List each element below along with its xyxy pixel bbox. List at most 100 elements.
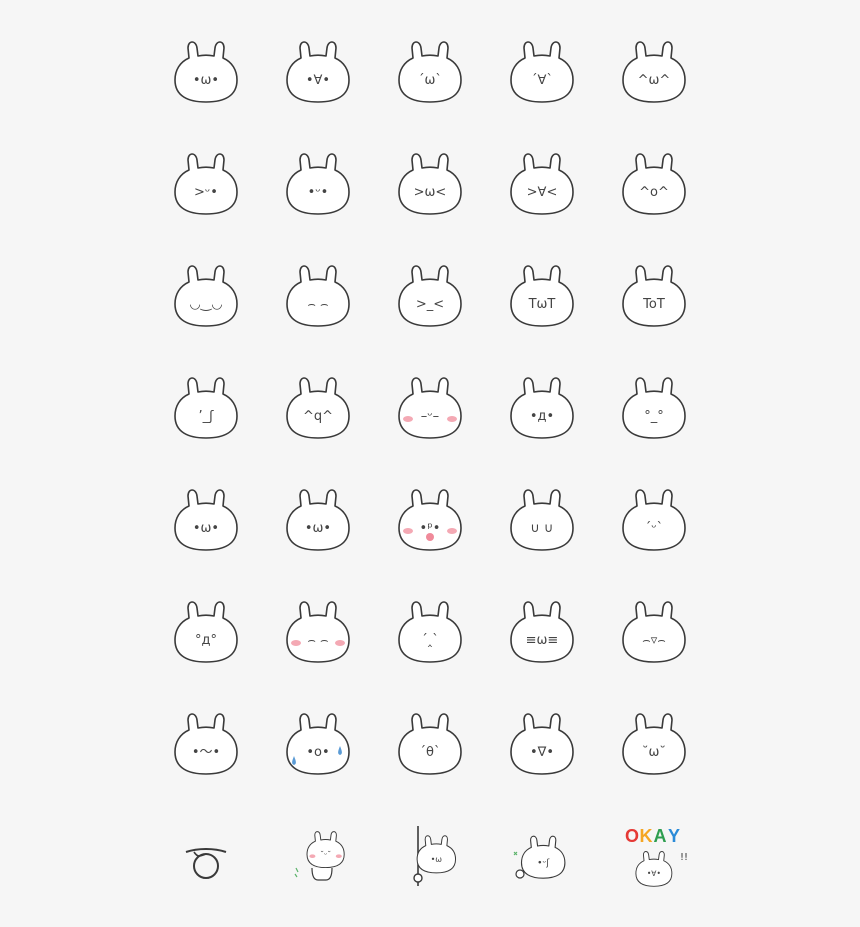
blush-right bbox=[335, 854, 342, 858]
bunny-smug-right[interactable]: •ω• bbox=[282, 484, 354, 556]
bunny-blush-closed-icon: ⌢ ⌢ bbox=[286, 601, 350, 663]
bunny-omega-dots[interactable]: •ω• bbox=[170, 36, 242, 108]
bunny-shocked-icon: •д• bbox=[510, 377, 574, 439]
bunny-peaceful[interactable]: ˘ω˘ bbox=[618, 708, 690, 780]
blush-left bbox=[291, 640, 301, 646]
bunny-happy-o-face: ^o^ bbox=[639, 185, 669, 200]
bunny-open-mouth-icon: •∀• bbox=[286, 41, 350, 103]
bunny-content-icon: ◡‿◡ bbox=[174, 265, 238, 327]
okay-sticker-face: •∀• bbox=[647, 869, 661, 878]
bunny-smirk-face: ’_ʃ bbox=[199, 409, 215, 424]
bunny-content[interactable]: ◡‿◡ bbox=[170, 260, 242, 332]
bunny-peek-sticker-face: •ω bbox=[431, 855, 443, 864]
bunny-happy-omega-face: ^ω^ bbox=[638, 73, 671, 88]
bunny-surprised-d[interactable]: °д° bbox=[170, 596, 242, 668]
bunny-tongue-icon: •ᵖ• bbox=[398, 489, 462, 551]
bunny-wink-u-face: >ᵕ• bbox=[194, 185, 218, 200]
bunny-peaceful-icon: ˘ω˘ bbox=[622, 713, 686, 775]
bunny-wink-u[interactable]: >ᵕ• bbox=[170, 148, 242, 220]
bunny-wavy-face: •～• bbox=[192, 745, 220, 760]
bunny-peaceful-face: ˘ω˘ bbox=[642, 745, 666, 760]
bunny-squint-omega-icon: >ω< bbox=[398, 153, 462, 215]
bunny-shout-small[interactable]: •∇• bbox=[506, 708, 578, 780]
bunny-cool-face: ≡ω≡ bbox=[526, 633, 559, 648]
bunny-smile-dots-icon: •ᵕ• bbox=[286, 153, 350, 215]
bunny-blush-closed[interactable]: ⌢ ⌢ bbox=[282, 596, 354, 668]
bunny-squint-shout[interactable]: >∀< bbox=[506, 148, 578, 220]
bunny-open-mouth[interactable]: •∀• bbox=[282, 36, 354, 108]
bunny-shocked[interactable]: •д• bbox=[506, 372, 578, 444]
bunny-smile-dots[interactable]: •ᵕ• bbox=[282, 148, 354, 220]
okay-letter: Y bbox=[668, 826, 680, 846]
bunny-shocked-sweat[interactable]: •o• bbox=[282, 708, 354, 780]
bunny-frustrated[interactable]: >_< bbox=[394, 260, 466, 332]
bunny-omega-brows[interactable]: ´ω` bbox=[394, 36, 466, 108]
bunny-theta[interactable]: ´θ` bbox=[394, 708, 466, 780]
bunny-blank-face: °_° bbox=[644, 409, 664, 424]
bunny-sleepy-blush[interactable]: –ᵕ– bbox=[394, 372, 466, 444]
blush-left bbox=[309, 854, 316, 858]
bunny-squint-shout-icon: >∀< bbox=[510, 153, 574, 215]
bunny-cry-o[interactable]: ToT bbox=[618, 260, 690, 332]
bunny-shout-brows[interactable]: ´∀` bbox=[506, 36, 578, 108]
bunny-body-sticker[interactable]: ˘ᵕ˘ bbox=[282, 822, 354, 894]
bunny-happy-o[interactable]: ^o^ bbox=[618, 148, 690, 220]
bunny-sleepy-blush-icon: –ᵕ– bbox=[398, 377, 462, 439]
bunny-laughing[interactable]: ⌢▿⌢ bbox=[618, 596, 690, 668]
bunny-smirk-icon: ’_ʃ bbox=[174, 377, 238, 439]
bunny-wavy[interactable]: •～• bbox=[170, 708, 242, 780]
bunny-surprised-d-icon: °д° bbox=[174, 601, 238, 663]
bunny-cool[interactable]: ≡ω≡ bbox=[506, 596, 578, 668]
bunny-theta-icon: ´θ` bbox=[398, 713, 462, 775]
bunny-blank[interactable]: °_° bbox=[618, 372, 690, 444]
bunny-shout-brows-face: ´∀` bbox=[531, 73, 553, 88]
bunny-lying-sticker[interactable]: •ᵕʃ bbox=[506, 822, 578, 894]
bunny-smirk[interactable]: ’_ʃ bbox=[170, 372, 242, 444]
bunny-happy-omega[interactable]: ^ω^ bbox=[618, 36, 690, 108]
bunny-wavy-icon: •～• bbox=[174, 713, 238, 775]
okay-letter: A bbox=[654, 826, 667, 846]
bunny-frustrated-icon: >_< bbox=[398, 265, 462, 327]
bunny-smile-dots-face: •ᵕ• bbox=[308, 185, 329, 200]
bunny-blank-icon: °_° bbox=[622, 377, 686, 439]
blush-left bbox=[403, 416, 413, 422]
bunny-open-mouth-face: •∀• bbox=[306, 73, 330, 88]
bunny-body-sticker-icon: ˘ᵕ˘ bbox=[294, 831, 345, 881]
bunny-closed-eyes[interactable]: ⌢ ⌢ bbox=[282, 260, 354, 332]
bunny-omega-brows-icon: ´ω` bbox=[398, 41, 462, 103]
bunny-shout-brows-icon: ´∀` bbox=[510, 41, 574, 103]
bunny-cry-o-icon: ToT bbox=[622, 265, 686, 327]
bunny-happy-o-icon: ^o^ bbox=[622, 153, 686, 215]
rope-circle-sticker[interactable] bbox=[170, 822, 242, 894]
bunny-u-eyes[interactable]: ∪ ∪ bbox=[506, 484, 578, 556]
bunny-happy-q-face: ^q^ bbox=[303, 409, 333, 424]
bunny-happy-q[interactable]: ^q^ bbox=[282, 372, 354, 444]
bunny-shout-small-face: •∇• bbox=[530, 745, 554, 760]
bunny-shocked-sweat-icon: •o• bbox=[286, 713, 350, 775]
tongue bbox=[426, 533, 434, 541]
bunny-peek-sticker-icon: •ω bbox=[413, 826, 457, 886]
bunny-cry-omega[interactable]: TωT bbox=[506, 260, 578, 332]
blush-left bbox=[403, 528, 413, 534]
bunny-worried[interactable]: ´‸` bbox=[394, 596, 466, 668]
bunny-cry-omega-face: TωT bbox=[528, 297, 556, 312]
okay-sticker[interactable]: O K A Y!! •∀• bbox=[618, 822, 690, 894]
bunny-u-eyes-face: ∪ ∪ bbox=[530, 521, 553, 536]
bunny-lying-sticker-face: •ᵕʃ bbox=[537, 859, 550, 869]
bunny-frustrated-face: >_< bbox=[416, 297, 444, 312]
bunny-smug-left[interactable]: •ω• bbox=[170, 484, 242, 556]
bunny-squint-omega-face: >ω< bbox=[414, 185, 447, 200]
okay-letter: K bbox=[640, 826, 653, 846]
bunny-peek-sticker[interactable]: •ω bbox=[394, 822, 466, 894]
bunny-small-smile[interactable]: ´ᵕ` bbox=[618, 484, 690, 556]
bunny-cry-o-face: ToT bbox=[642, 297, 665, 312]
okay-letter: O bbox=[625, 826, 639, 846]
bunny-squint-omega[interactable]: >ω< bbox=[394, 148, 466, 220]
bunny-shocked-sweat-face: •o• bbox=[306, 745, 329, 760]
bunny-tongue[interactable]: •ᵖ• bbox=[394, 484, 466, 556]
bunny-smug-right-icon: •ω• bbox=[286, 489, 350, 551]
bunny-content-face: ◡‿◡ bbox=[189, 297, 222, 312]
bunny-smug-right-face: •ω• bbox=[305, 521, 331, 536]
emoji-sheet: •ω• •∀• ´ω` ´∀` ^ω^ >ᵕ• •ᵕ• >ω< >∀< ^o^ ◡‿◡ ⌢ ⌢ >_< T… bbox=[0, 0, 860, 927]
bunny-laughing-face: ⌢▿⌢ bbox=[642, 633, 666, 648]
